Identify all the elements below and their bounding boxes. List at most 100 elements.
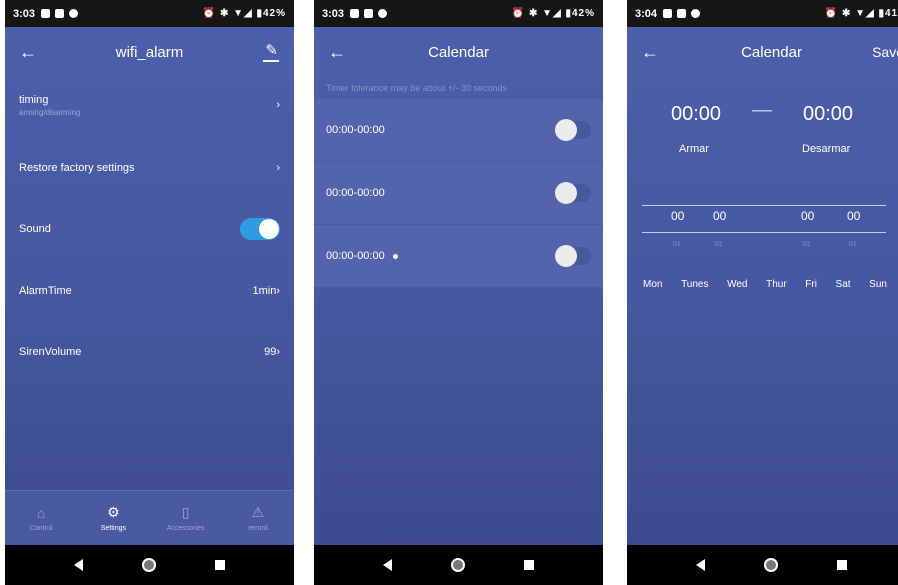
back-arrow-icon[interactable]: ←: [328, 42, 346, 63]
settings-phone: 3:03 ⏰ ✱ ▼◢ ▮42% ← wifi_alarm ✎ timing a…: [5, 0, 294, 585]
start-time[interactable]: 00:00: [671, 103, 721, 126]
slot-time: 00:00-00:00: [326, 187, 385, 199]
picker-next-value: 01: [849, 241, 857, 248]
app-bar: ← Calendar Save: [627, 27, 898, 77]
app-bar: ← wifi_alarm ✎: [5, 27, 294, 77]
android-nav-bar: [314, 545, 603, 585]
notification-icon: [691, 9, 701, 18]
slot-toggle[interactable]: [555, 245, 591, 267]
toggle-knob: [555, 245, 577, 267]
calendar-list-screen: ← Calendar Timer tolerance may be about …: [314, 27, 603, 545]
nav-recents-icon[interactable]: [523, 560, 534, 570]
settings-row-timing[interactable]: timing arming/disarming ›: [5, 83, 294, 127]
picker-start-hour[interactable]: 00: [671, 209, 684, 223]
back-arrow-icon[interactable]: ←: [641, 42, 659, 63]
time-separator: —: [752, 99, 772, 121]
row-value: 1min: [252, 285, 277, 297]
notification-icon: [350, 9, 360, 18]
save-button[interactable]: Save: [872, 44, 898, 60]
weekday-selector: Mon Tunes Wed Thur Fri Sat Sun: [643, 279, 887, 290]
chevron-right-icon: ›: [276, 99, 280, 111]
schedule-editor-screen: ← Calendar Save 00:00 — 00:00 Armar Desa…: [627, 27, 898, 545]
settings-row-sirenvolume[interactable]: SirenVolume 99 ›: [5, 330, 294, 374]
nav-home-icon[interactable]: [141, 558, 156, 572]
day-fri[interactable]: Fri: [805, 279, 817, 290]
tab-settings[interactable]: ⚙ Settings: [77, 491, 149, 545]
nav-recents-icon[interactable]: [214, 560, 225, 570]
notification-icon: [364, 9, 374, 18]
tab-accessories[interactable]: ▯ Accessories: [150, 491, 222, 545]
picker-next-value: 01: [803, 241, 811, 248]
picker-start-minute[interactable]: 00: [713, 209, 726, 223]
row-label: timing: [19, 93, 49, 106]
row-sublabel: arming/disarming: [19, 107, 81, 117]
status-indicators: ⏰ ✱ ▼◢ ▮41%: [824, 8, 898, 19]
row-label: Sound: [19, 223, 51, 235]
end-label: Desarmar: [802, 143, 851, 155]
nav-back-icon[interactable]: [74, 559, 84, 571]
settings-row-restore[interactable]: Restore factory settings ›: [5, 146, 294, 190]
picker-end-hour[interactable]: 00: [801, 209, 814, 223]
nav-home-icon[interactable]: [450, 558, 465, 572]
nav-home-icon[interactable]: [763, 558, 778, 572]
schedule-slot[interactable]: 00:00-00:00: [314, 225, 603, 288]
edit-pencil-icon[interactable]: ✎: [263, 41, 279, 62]
nav-back-icon[interactable]: [696, 559, 706, 571]
toggle-knob: [555, 182, 577, 204]
chevron-right-icon: ›: [276, 285, 280, 297]
status-time: 3:04: [635, 7, 658, 20]
android-nav-bar: [627, 545, 898, 585]
status-indicators: ⏰ ✱ ▼◢ ▮42%: [511, 8, 595, 19]
schedule-slot[interactable]: 00:00-00:00: [314, 99, 603, 162]
notification-icon: [69, 9, 79, 18]
back-arrow-icon[interactable]: ←: [19, 42, 37, 63]
settings-screen: ← wifi_alarm ✎ timing arming/disarming ›…: [5, 27, 294, 545]
slot-time: 00:00-00:00: [326, 124, 385, 136]
day-mon[interactable]: Mon: [643, 279, 662, 290]
day-sun[interactable]: Sun: [869, 279, 887, 290]
gear-icon: ⚙: [107, 504, 120, 520]
chevron-right-icon: ›: [276, 346, 280, 358]
status-bar: 3:03 ⏰ ✱ ▼◢ ▮42%: [5, 0, 294, 27]
status-bar: 3:04 ⏰ ✱ ▼◢ ▮41%: [627, 0, 898, 27]
picker-next-value: 01: [673, 241, 681, 248]
calendar-list-phone: 3:03 ⏰ ✱ ▼◢ ▮42% ← Calendar Timer tolera…: [314, 0, 603, 585]
notification-icon: [55, 9, 65, 18]
day-wed[interactable]: Wed: [727, 279, 747, 290]
schedule-editor-phone: 3:04 ⏰ ✱ ▼◢ ▮41% ← Calendar Save 00:00 —…: [627, 0, 898, 585]
page-title: Calendar: [428, 43, 489, 61]
status-time: 3:03: [322, 7, 345, 20]
tab-label: Accessories: [166, 525, 205, 532]
status-indicators: ⏰ ✱ ▼◢ ▮42%: [202, 8, 286, 19]
day-sat[interactable]: Sat: [836, 279, 851, 290]
start-label: Armar: [679, 143, 709, 155]
end-time[interactable]: 00:00: [803, 103, 853, 126]
day-thu[interactable]: Thur: [766, 279, 787, 290]
row-label: AlarmTime: [19, 285, 72, 297]
tab-control[interactable]: ⌂ Control: [5, 491, 77, 545]
sound-toggle[interactable]: [240, 218, 280, 240]
picker-end-minute[interactable]: 00: [847, 209, 860, 223]
android-nav-bar: [5, 545, 294, 585]
toggle-knob: [259, 219, 279, 239]
slot-toggle[interactable]: [555, 182, 591, 204]
home-icon: ⌂: [36, 504, 46, 521]
tab-label: record: [247, 525, 268, 532]
schedule-slot[interactable]: 00:00-00:00: [314, 162, 603, 225]
nav-back-icon[interactable]: [383, 559, 393, 571]
touch-indicator-dot: [392, 253, 398, 259]
tab-record[interactable]: ⚠ record: [222, 491, 294, 545]
nav-recents-icon[interactable]: [836, 560, 847, 570]
page-title: Calendar: [741, 43, 802, 61]
tolerance-hint: Timer tolerance may be about +/- 30 seco…: [326, 83, 508, 93]
tab-label: Settings: [100, 525, 127, 532]
chevron-right-icon: ›: [276, 162, 280, 174]
toggle-knob: [555, 119, 577, 141]
settings-row-alarmtime[interactable]: AlarmTime 1min ›: [5, 269, 294, 313]
day-tue[interactable]: Tunes: [681, 279, 708, 290]
picker-next-value: 01: [715, 241, 723, 248]
slot-toggle[interactable]: [555, 119, 591, 141]
notification-icon: [378, 9, 388, 18]
status-time: 3:03: [13, 7, 36, 20]
accessories-icon: ▯: [181, 504, 190, 520]
